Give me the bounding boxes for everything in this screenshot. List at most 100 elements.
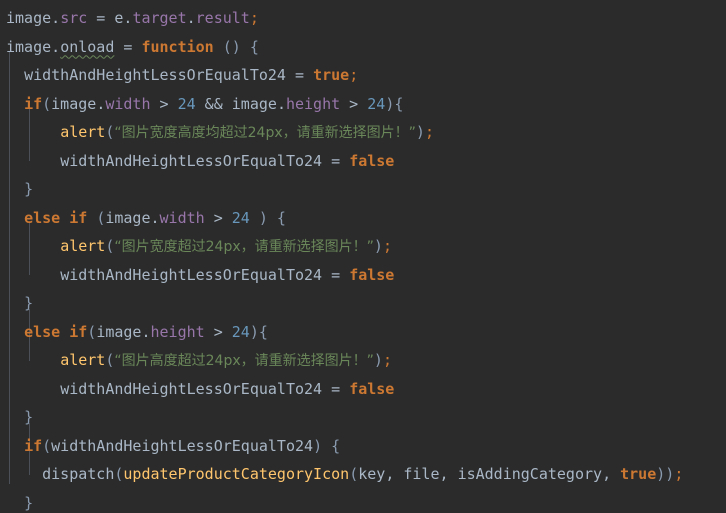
token-field-target: target	[132, 9, 187, 27]
token-operator-gt: >	[150, 94, 178, 113]
token-variable-flag: widthAndHeightLessOrEqualTo24	[60, 151, 323, 170]
token-close-brace: }	[24, 408, 34, 426]
token-literal-false: false	[349, 265, 395, 284]
token-open-paren: (	[42, 94, 52, 113]
code-line-14[interactable]: widthAndHeightLessOrEqualTo24 = false	[0, 375, 726, 404]
token-identifier: image	[105, 208, 151, 227]
token-variable-flag: widthAndHeightLessOrEqualTo24	[51, 436, 314, 455]
code-line-5[interactable]: alert(“图片宽度高度均超过24px，请重新选择图片！”);	[0, 118, 726, 147]
token-dot: .	[96, 94, 106, 113]
token-operator-gt: >	[204, 208, 232, 227]
token-field-height: height	[150, 322, 205, 341]
code-content[interactable]: image.src = e.target.result; image.onloa…	[0, 0, 726, 513]
token-literal-true: true	[313, 66, 350, 84]
token-identifier: image	[6, 9, 52, 27]
token-semicolon: ;	[674, 465, 684, 483]
code-line-17[interactable]: dispatch(updateProductCategoryIcon(key, …	[0, 460, 726, 489]
token-comma: ,	[439, 465, 458, 483]
token-open-brace: {	[267, 208, 286, 227]
token-close-brace: }	[24, 493, 34, 512]
code-line-16[interactable]: if(widthAndHeightLessOrEqualTo24) {	[0, 432, 726, 461]
token-field-height: height	[285, 94, 341, 113]
token-operator-assign: =	[322, 151, 350, 170]
token-dot: .	[141, 322, 151, 341]
token-parens: ()	[213, 37, 241, 56]
token-field-width: width	[105, 94, 151, 113]
token-variable-flag: widthAndHeightLessOrEqualTo24	[60, 265, 323, 284]
token-literal-true: true	[620, 465, 657, 483]
token-string-alert-height: “图片高度超过24px，请重新选择图片！”	[114, 353, 374, 369]
code-line-9[interactable]: alert(“图片宽度超过24px，请重新选择图片！”);	[0, 232, 726, 261]
token-field-width: width	[159, 208, 205, 227]
code-line-11[interactable]: }	[0, 289, 726, 318]
code-line-1[interactable]: image.src = e.target.result;	[0, 4, 726, 33]
token-keyword-if: if	[24, 436, 43, 455]
token-semicolon: ;	[382, 351, 392, 369]
token-open-paren: (	[42, 436, 52, 455]
token-field-onload: onload	[60, 37, 115, 56]
code-line-4[interactable]: if(image.width > 24 && image.height > 24…	[0, 90, 726, 119]
token-function-alert: alert	[60, 237, 106, 255]
token-close-paren: )	[249, 208, 268, 227]
token-comma: ,	[385, 465, 404, 483]
token-identifier: image	[96, 322, 142, 341]
token-field-result: result	[195, 9, 250, 27]
token-dot: .	[150, 208, 160, 227]
token-close-paren: )	[415, 123, 425, 141]
token-string-alert-width: “图片宽度超过24px，请重新选择图片！”	[114, 239, 374, 255]
token-number: 24	[231, 208, 250, 227]
code-line-12[interactable]: else if(image.height > 24){	[0, 318, 726, 347]
token-variable-flag: widthAndHeightLessOrEqualTo24	[24, 66, 286, 84]
token-operator-gt: >	[204, 322, 232, 341]
token-operator-assign: =	[87, 9, 115, 27]
code-line-6[interactable]: widthAndHeightLessOrEqualTo24 = false	[0, 147, 726, 176]
token-close-paren: )	[249, 322, 259, 341]
token-close-brace: }	[24, 294, 34, 312]
code-line-8[interactable]: else if (image.width > 24 ) {	[0, 204, 726, 233]
token-operator-gt: >	[340, 94, 368, 113]
token-identifier: image	[231, 94, 277, 113]
token-dot: .	[51, 9, 61, 27]
token-param-file: file	[403, 465, 440, 483]
code-line-2[interactable]: image.onload = function () {	[0, 33, 726, 62]
token-operator-assign: =	[322, 265, 350, 284]
token-identifier: image	[6, 37, 52, 56]
token-literal-false: false	[349, 151, 395, 170]
token-number: 24	[367, 94, 386, 113]
token-string-alert-both: “图片宽度高度均超过24px，请重新选择图片！”	[114, 125, 416, 141]
token-keyword-if: if	[69, 208, 88, 227]
token-literal-false: false	[349, 379, 395, 398]
token-field-src: src	[60, 9, 88, 27]
token-open-brace: {	[258, 322, 268, 341]
token-semicolon: ;	[249, 9, 259, 27]
code-line-10[interactable]: widthAndHeightLessOrEqualTo24 = false	[0, 261, 726, 290]
token-close-brace: }	[24, 180, 34, 198]
token-param-is-adding-category: isAddingCategory	[457, 465, 603, 483]
token-open-brace: {	[322, 436, 341, 455]
token-open-paren: (	[87, 322, 97, 341]
token-keyword-else: else	[24, 208, 61, 227]
token-dot: .	[186, 9, 196, 27]
token-number: 24	[177, 94, 196, 113]
token-number: 24	[231, 322, 250, 341]
code-editor[interactable]: image.src = e.target.result; image.onloa…	[0, 0, 726, 513]
code-line-15[interactable]: }	[0, 403, 726, 432]
token-keyword-else: else	[24, 322, 61, 341]
token-close-parens: ))	[656, 465, 675, 483]
code-line-18[interactable]: }	[0, 489, 726, 513]
token-function-dispatch: dispatch	[42, 465, 115, 483]
token-function-update-icon: updateProductCategoryIcon	[123, 465, 350, 483]
token-semicolon: ;	[349, 66, 359, 84]
token-keyword-function: function	[141, 37, 214, 56]
code-line-13[interactable]: alert(“图片高度超过24px，请重新选择图片！”);	[0, 346, 726, 375]
token-close-paren: )	[373, 237, 383, 255]
token-dot: .	[51, 37, 61, 56]
token-close-paren: )	[385, 94, 395, 113]
token-operator-assign: =	[114, 37, 142, 56]
token-keyword-if: if	[69, 322, 88, 341]
code-line-7[interactable]: }	[0, 175, 726, 204]
code-line-3[interactable]: widthAndHeightLessOrEqualTo24 = true;	[0, 61, 726, 90]
token-variable-flag: widthAndHeightLessOrEqualTo24	[60, 379, 323, 398]
token-keyword-if: if	[24, 94, 43, 113]
token-operator-assign: =	[322, 379, 350, 398]
